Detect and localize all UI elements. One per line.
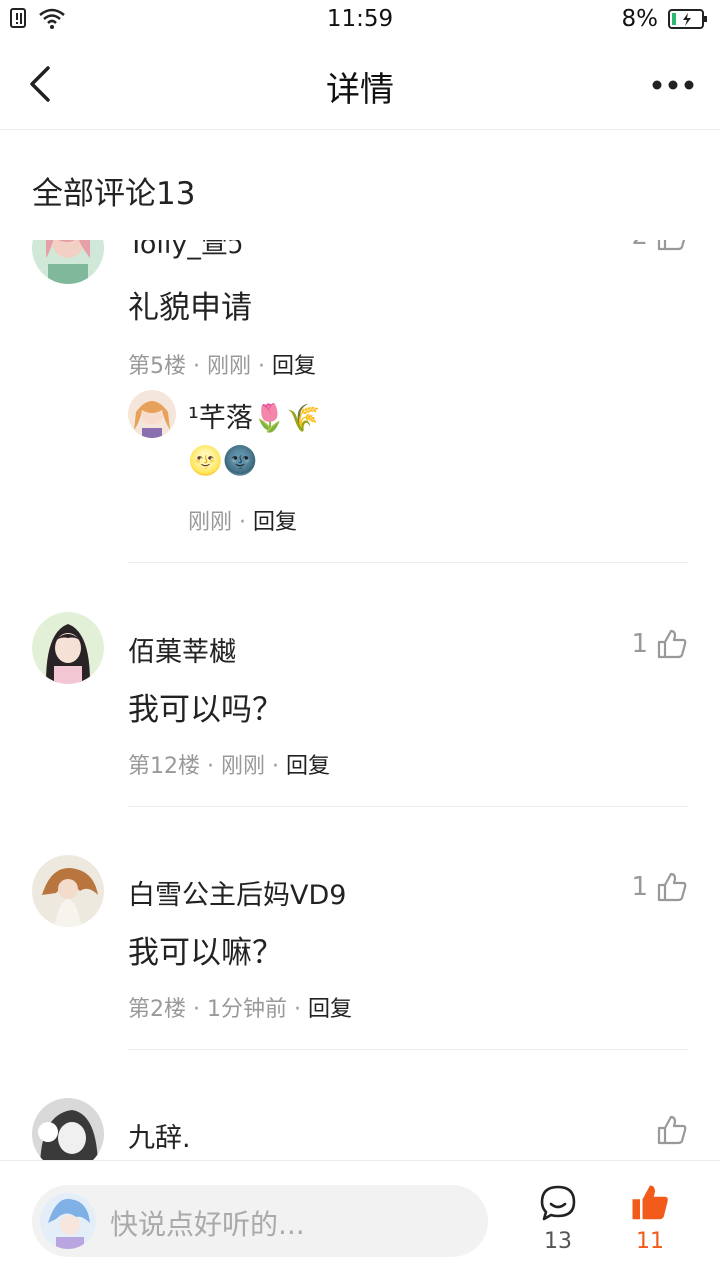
comment-floor: 第5楼 bbox=[128, 354, 186, 379]
sub-reply-avatar[interactable] bbox=[128, 390, 176, 438]
comment-username[interactable]: Tolly_萱ↄ bbox=[128, 240, 243, 261]
comment-text: 礼貌申请 bbox=[128, 290, 252, 326]
sub-reply-time: 刚刚 bbox=[188, 510, 233, 535]
avatar[interactable] bbox=[32, 1098, 104, 1160]
reply-link[interactable]: 回复 bbox=[308, 997, 352, 1022]
status-time: 11:59 bbox=[326, 6, 394, 32]
comment-username[interactable]: 白雪公主后妈VD9 bbox=[128, 873, 346, 912]
comment-text: 我可以嘛？ bbox=[128, 935, 283, 971]
comment-count: 13 bbox=[544, 1229, 572, 1254]
comment-meta: 第2楼 · 1分钟前 · 回复 bbox=[128, 997, 353, 1022]
sub-reply-link[interactable]: 回复 bbox=[253, 510, 297, 535]
avatar[interactable] bbox=[32, 612, 104, 684]
avatar[interactable] bbox=[32, 855, 104, 927]
sub-reply-meta: 刚刚 · 回复 bbox=[188, 510, 298, 535]
comment-floor: 第2楼 bbox=[128, 997, 186, 1022]
comment-input[interactable]: 快说点好听的... bbox=[32, 1185, 488, 1257]
reply-link[interactable]: 回复 bbox=[272, 354, 316, 379]
more-icon[interactable] bbox=[650, 70, 696, 100]
nav-bar: 详情 bbox=[0, 40, 720, 130]
comment-item: Tolly_萱ↄ 2 礼貌申请 第5楼 · 刚刚 · 回复 ¹芊落🌷🌾 bbox=[0, 240, 720, 563]
page-title: 详情 bbox=[326, 70, 394, 110]
like-button[interactable]: 1 bbox=[631, 871, 688, 903]
thumbs-up-icon bbox=[657, 629, 687, 659]
comment-text: 我可以吗？ bbox=[128, 692, 283, 728]
thumbs-up-icon bbox=[657, 1115, 687, 1145]
comment-item: 佰菓莘樾 1 我可以吗？ 第12楼 · 刚刚 · 回复 bbox=[0, 590, 720, 830]
comment-time: 刚刚 bbox=[221, 754, 266, 779]
like-count: 1 bbox=[631, 872, 648, 902]
reply-link[interactable]: 回复 bbox=[286, 754, 330, 779]
comment-time: 1分钟前 bbox=[207, 997, 287, 1022]
comments-section-title: 全部评论13 bbox=[32, 176, 196, 212]
comment-input-placeholder: 快说点好听的... bbox=[110, 1208, 305, 1241]
avatar[interactable] bbox=[32, 240, 104, 284]
like-button[interactable] bbox=[656, 1114, 688, 1146]
comment-time: 刚刚 bbox=[207, 354, 252, 379]
status-bar: 11:59 8% bbox=[0, 0, 720, 40]
thumbs-up-filled-icon bbox=[632, 1185, 668, 1220]
divider bbox=[128, 1049, 688, 1050]
battery-percent: 8% bbox=[621, 6, 659, 32]
thumbs-up-icon bbox=[657, 872, 687, 902]
like-button[interactable]: 2 bbox=[631, 240, 688, 252]
sub-reply-text-content: 🌝🌚 bbox=[188, 444, 258, 477]
comment-item: 白雪公主后妈VD9 1 我可以嘛？ 第2楼 · 1分钟前 · 回复 bbox=[0, 833, 720, 1073]
sub-reply-text: 🌝🌚 bbox=[188, 444, 258, 477]
divider bbox=[128, 562, 688, 563]
my-avatar bbox=[40, 1193, 96, 1249]
bottom-bar: 快说点好听的... 13 11 bbox=[0, 1160, 720, 1280]
comment-floor: 第12楼 bbox=[128, 754, 200, 779]
comment-item: 九辞. bbox=[0, 1076, 720, 1160]
divider bbox=[128, 806, 688, 807]
like-count: 2 bbox=[631, 240, 648, 251]
comment-username[interactable]: 佰菓莘樾 bbox=[128, 630, 236, 669]
like-post-button[interactable]: 11 bbox=[620, 1183, 680, 1254]
comment-list[interactable]: Tolly_萱ↄ 2 礼貌申请 第5楼 · 刚刚 · 回复 ¹芊落🌷🌾 bbox=[0, 240, 720, 1160]
battery-icon bbox=[668, 9, 707, 29]
like-count-total: 11 bbox=[636, 1229, 664, 1254]
comment-meta: 第12楼 · 刚刚 · 回复 bbox=[128, 754, 331, 779]
comment-bubble-icon bbox=[540, 1185, 576, 1221]
comment-meta: 第5楼 · 刚刚 · 回复 bbox=[128, 354, 317, 379]
sub-reply-username[interactable]: ¹芊落🌷🌾 bbox=[188, 396, 320, 435]
thumbs-up-icon bbox=[657, 240, 686, 251]
like-count: 1 bbox=[631, 629, 648, 659]
like-button[interactable]: 1 bbox=[631, 628, 688, 660]
comment-username[interactable]: 九辞. bbox=[128, 1116, 191, 1155]
comments-button[interactable]: 13 bbox=[528, 1183, 588, 1254]
